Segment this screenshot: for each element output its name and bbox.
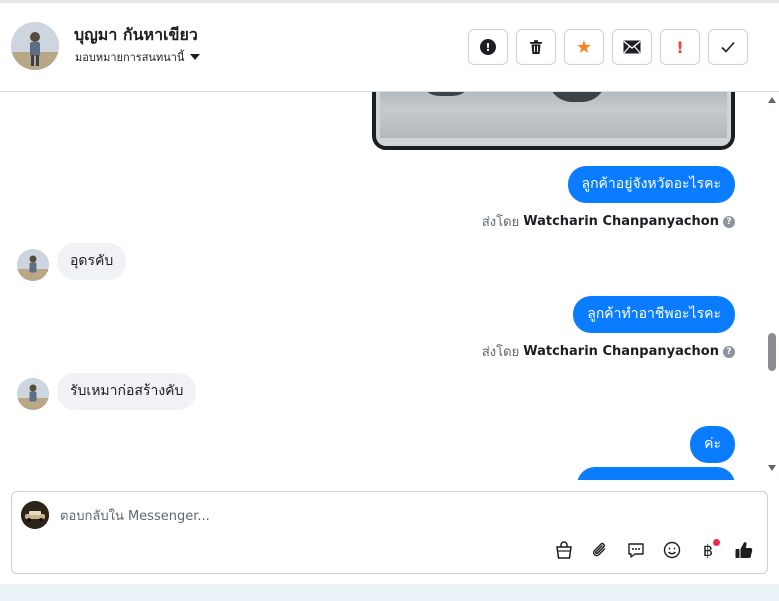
scroll-down-arrow-icon[interactable] [768, 465, 776, 471]
page-avatar [21, 501, 49, 529]
contact-avatar-small [17, 378, 49, 410]
thumbs-up-icon[interactable] [733, 539, 755, 561]
notification-dot [713, 539, 720, 546]
incoming-message[interactable]: อุดรคับ [57, 243, 127, 280]
mark-done-button[interactable] [708, 29, 748, 65]
mark-spam-button[interactable]: ! [468, 29, 508, 65]
assign-conversation-dropdown[interactable]: มอบหมายการสนทนานี้ [75, 48, 201, 66]
assign-label: มอบหมายการสนทนานี้ [75, 51, 185, 64]
outgoing-message[interactable]: ลูกค้าอยู่จังหวัดอะไรคะ [567, 166, 735, 203]
sent-by-prefix: ส่งโดย [481, 345, 520, 360]
bottom-strip [0, 584, 779, 601]
sent-by-prefix: ส่งโดย [481, 215, 520, 230]
contact-name[interactable]: บุญมา กันหาเขียว [74, 23, 198, 48]
outgoing-message[interactable]: ค่ะ [690, 426, 735, 463]
top-divider [0, 0, 779, 3]
car-photo [380, 92, 727, 138]
contact-avatar[interactable] [11, 22, 59, 70]
exclamation-icon: ! [676, 37, 684, 57]
follow-up-button[interactable]: ! [660, 29, 700, 65]
thread-scrollbar[interactable] [765, 92, 779, 480]
image-attachment[interactable] [372, 92, 735, 150]
baht-payment-icon[interactable]: ฿ [697, 539, 720, 561]
delete-button[interactable] [516, 29, 556, 65]
baht-symbol: ฿ [702, 540, 714, 560]
reply-composer: ฿ [11, 491, 768, 574]
sent-by-label: ส่งโดย Watcharin Chanpanyachon ? [482, 341, 735, 362]
conversation-actions: ! ★ ! [468, 29, 748, 65]
sender-name: Watcharin Chanpanyachon [523, 344, 719, 359]
scroll-thumb[interactable] [768, 333, 776, 371]
messenger-conversation-panel: บุญมา กันหาเขียว มอบหมายการสนทนานี้ ! ★ [0, 0, 779, 601]
paperclip-icon[interactable] [589, 539, 611, 561]
outgoing-message-partial[interactable] [577, 467, 735, 480]
help-icon[interactable]: ? [723, 345, 735, 358]
outgoing-message[interactable]: ลูกค้าทำอาชีพอะไรคะ [573, 296, 735, 333]
sender-name: Watcharin Chanpanyachon [523, 214, 719, 229]
help-icon[interactable]: ? [723, 215, 735, 228]
shopping-bag-icon[interactable] [553, 539, 575, 561]
sent-by-label: ส่งโดย Watcharin Chanpanyachon ? [482, 211, 735, 232]
message-thread[interactable]: ลูกค้าอยู่จังหวัดอะไรคะ ส่งโดย Watcharin… [0, 92, 765, 480]
caret-down-icon [190, 54, 201, 60]
mark-unread-button[interactable] [612, 29, 652, 65]
alert-circle-icon: ! [480, 39, 496, 55]
incoming-message[interactable]: รับเหมาก่อสร้างคับ [57, 373, 197, 410]
star-icon: ★ [575, 36, 593, 58]
star-button[interactable]: ★ [564, 29, 604, 65]
contact-avatar-small [17, 249, 49, 281]
trash-icon [530, 40, 542, 54]
check-icon [721, 41, 735, 53]
scroll-up-arrow-icon[interactable] [768, 97, 776, 103]
envelope-icon [623, 40, 641, 54]
emoji-icon[interactable] [661, 539, 683, 561]
composer-tools: ฿ [553, 539, 755, 561]
conversation-header: บุญมา กันหาเขียว มอบหมายการสนทนานี้ ! ★ [0, 0, 779, 92]
saved-reply-icon[interactable] [625, 539, 647, 561]
reply-input[interactable] [60, 506, 620, 526]
